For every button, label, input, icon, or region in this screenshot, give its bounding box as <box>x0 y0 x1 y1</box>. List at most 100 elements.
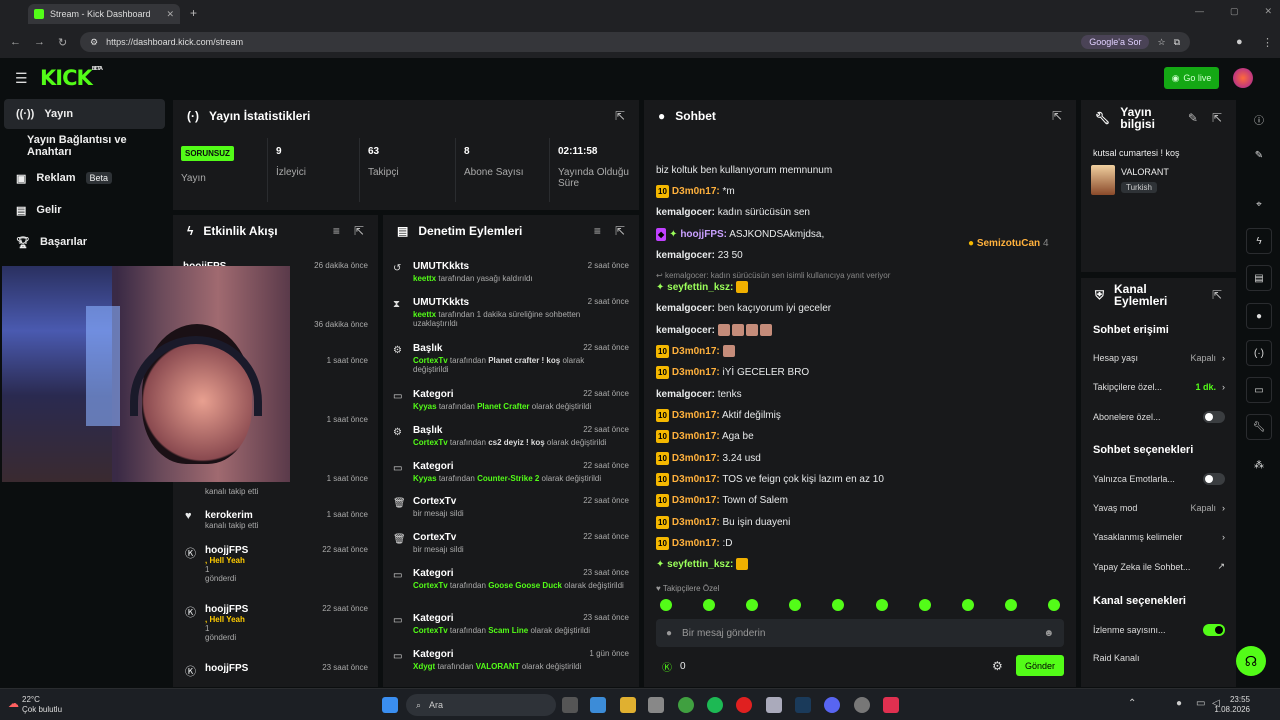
browser-tab[interactable]: Stream - Kick Dashboard ✕ <box>28 4 180 24</box>
chat-message[interactable]: ◆ ✦ hoojjFPS: ASJKONDSAkmjdsa, <box>656 228 1066 241</box>
ask-google-button[interactable]: Google'a Sor <box>1081 35 1150 49</box>
setting-slow-mode[interactable]: Yavaş mod Kapalı › <box>1093 503 1225 513</box>
back-icon[interactable]: ← <box>10 36 21 48</box>
webcam-preview[interactable] <box>2 266 290 482</box>
forward-icon[interactable]: → <box>34 36 45 48</box>
chat-message[interactable]: kemalgocer: tenks <box>656 388 1066 401</box>
chrome-icon[interactable] <box>678 697 694 713</box>
view-count-toggle[interactable] <box>1203 624 1225 636</box>
emoji-icon[interactable]: ☻ <box>1043 628 1054 639</box>
filter-icon[interactable]: ≡ <box>333 224 340 238</box>
chat-username[interactable]: kemalgocer: <box>656 389 715 400</box>
sidebar-item-reklam[interactable]: ▣ Reklam Beta <box>4 163 165 193</box>
chat-username[interactable]: D3m0n17: <box>672 495 720 506</box>
emote[interactable] <box>875 599 888 611</box>
send-button[interactable]: Gönder <box>1016 655 1064 676</box>
mod-actor[interactable]: CortexTv <box>413 626 448 635</box>
chat-message[interactable]: 10 D3m0n17: Aktif değilmiş <box>656 409 1066 422</box>
close-window-icon[interactable]: ✕ <box>1264 6 1272 17</box>
broadcast-icon[interactable]: (·) <box>1246 340 1272 366</box>
pen-icon[interactable]: ✎ <box>1246 142 1272 168</box>
menu-dots-icon[interactable]: ⋮ <box>1262 36 1273 49</box>
chat-message[interactable]: 10 D3m0n17: 3.24 usd <box>656 452 1066 465</box>
profile-icon[interactable]: ● <box>1236 36 1243 48</box>
emote[interactable] <box>1004 599 1017 611</box>
setting-ai-chat[interactable]: Yapay Zeka ile Sohbet... ↗ <box>1093 561 1225 572</box>
stream-category[interactable]: VALORANT <box>1121 167 1169 177</box>
info-icon[interactable]: ⓘ <box>1246 106 1272 132</box>
sidebar-item-stream-key[interactable]: Yayın Bağlantısı ve Anahtarı <box>4 131 165 161</box>
filter-icon[interactable]: ≡ <box>594 224 601 238</box>
edit-icon[interactable]: ✎ <box>1188 111 1198 125</box>
kick-points[interactable]: Ⓚ 0 <box>662 659 686 674</box>
reload-icon[interactable]: ↻ <box>58 36 67 49</box>
discord-icon[interactable] <box>824 697 840 713</box>
chat-message[interactable]: 10 D3m0n17: TOS ve feign çok kişi lazım e… <box>656 473 1066 486</box>
steam-icon[interactable] <box>795 697 811 713</box>
target-icon[interactable]: ⌖ <box>1246 191 1272 217</box>
popout-icon[interactable]: ⇱ <box>1212 111 1222 125</box>
help-button[interactable]: ☊ <box>1236 646 1266 676</box>
chat-username[interactable]: D3m0n17: <box>672 431 720 442</box>
emote[interactable] <box>918 599 931 611</box>
chat-username[interactable]: D3m0n17: <box>672 517 720 528</box>
new-tab-icon[interactable]: + <box>190 6 197 20</box>
windows-start-icon[interactable] <box>382 697 398 713</box>
chat-message[interactable]: 10 D3m0n17: :D <box>656 537 1066 550</box>
store-icon[interactable] <box>648 697 664 713</box>
mod-actor[interactable]: Xdygt <box>413 662 435 671</box>
chat-username[interactable]: D3m0n17: <box>672 186 720 197</box>
network-icon[interactable]: ▭ <box>1196 698 1205 709</box>
emote-only-toggle[interactable] <box>1203 473 1225 485</box>
popout-icon[interactable]: ⇱ <box>615 224 625 238</box>
setting-followers-only[interactable]: Takipçilere özel... 1 dk. › <box>1093 382 1225 392</box>
mod-actor[interactable]: CortexTv <box>413 356 448 365</box>
chat-message[interactable]: kemalgocer: 23 50 <box>656 249 1066 262</box>
popout-icon[interactable]: ⇱ <box>354 224 364 238</box>
popout-icon[interactable]: ⇱ <box>615 109 625 123</box>
chat-username[interactable]: kemalgocer: <box>656 303 715 314</box>
popout-icon[interactable]: ⇱ <box>1212 288 1222 302</box>
chat-message[interactable]: kemalgocer: ben kaçıyorum iyi geceler <box>656 302 1066 315</box>
tray-chevron-icon[interactable]: ⌃ <box>1128 698 1136 709</box>
chat-message[interactable]: 10 D3m0n17: <box>656 345 1066 358</box>
popout-icon[interactable]: ⇱ <box>1052 109 1062 123</box>
obs-icon[interactable] <box>854 697 870 713</box>
folder-icon[interactable] <box>620 697 636 713</box>
setting-raid-channel[interactable]: Raid Kanalı <box>1093 653 1225 663</box>
clock[interactable]: 23:55 1.08.2026 <box>1214 695 1250 715</box>
chat-input[interactable]: ● Bir mesaj gönderin ☻ <box>656 619 1064 647</box>
weather-widget[interactable]: 22°C Çok bulutlu <box>22 695 62 715</box>
chat-username[interactable]: kemalgocer: <box>656 250 715 261</box>
bolt-icon[interactable]: ϟ <box>1246 228 1272 254</box>
emote[interactable] <box>789 599 802 611</box>
chat-message[interactable]: 10 D3m0n17: *m <box>656 185 1066 198</box>
chat-username[interactable]: D3m0n17: <box>672 538 720 549</box>
setting-account-age[interactable]: Hesap yaşı Kapalı › <box>1093 353 1225 363</box>
chat-username[interactable]: seyfettin_ksz: <box>667 282 733 293</box>
document-icon[interactable]: ▤ <box>1246 265 1272 291</box>
emote[interactable] <box>1047 599 1060 611</box>
go-live-button[interactable]: ◉ Go live <box>1164 67 1219 89</box>
people-icon[interactable]: ⁂ <box>1246 452 1272 478</box>
mod-actor[interactable]: CortexTv <box>413 581 448 590</box>
mod-actor[interactable]: Kyyas <box>413 402 437 411</box>
chat-username[interactable]: D3m0n17: <box>672 410 720 421</box>
mod-actor[interactable]: CortexTv <box>413 438 448 447</box>
mod-actor[interactable]: Kyyas <box>413 474 437 483</box>
chat-message[interactable]: biz koltuk ben kullanıyorum memnunum <box>656 164 1066 177</box>
chat-username[interactable]: kemalgocer: <box>656 325 715 336</box>
chat-username[interactable]: kemalgocer: <box>656 207 715 218</box>
emote[interactable] <box>961 599 974 611</box>
emote[interactable] <box>660 599 672 611</box>
subs-only-toggle[interactable] <box>1203 411 1225 423</box>
close-tab-icon[interactable]: ✕ <box>166 9 174 20</box>
chat-message[interactable]: 10 D3m0n17: iYİ GECELER BRO <box>656 366 1066 379</box>
setting-banned-words[interactable]: Yasaklanmış kelimeler › <box>1093 532 1225 542</box>
chat-message[interactable]: kemalgocer: kadın sürücüsün sen <box>656 206 1066 219</box>
address-bar[interactable]: ⚙ https://dashboard.kick.com/stream Goog… <box>80 32 1190 52</box>
sidebar-item-yayin[interactable]: ((·)) Yayın <box>4 99 165 129</box>
chat-username[interactable]: seyfettin_ksz: <box>667 559 733 570</box>
sidebar-item-basarilar[interactable]: 🏆︎ Başarılar <box>4 227 165 257</box>
chat-username[interactable]: D3m0n17: <box>672 346 720 357</box>
